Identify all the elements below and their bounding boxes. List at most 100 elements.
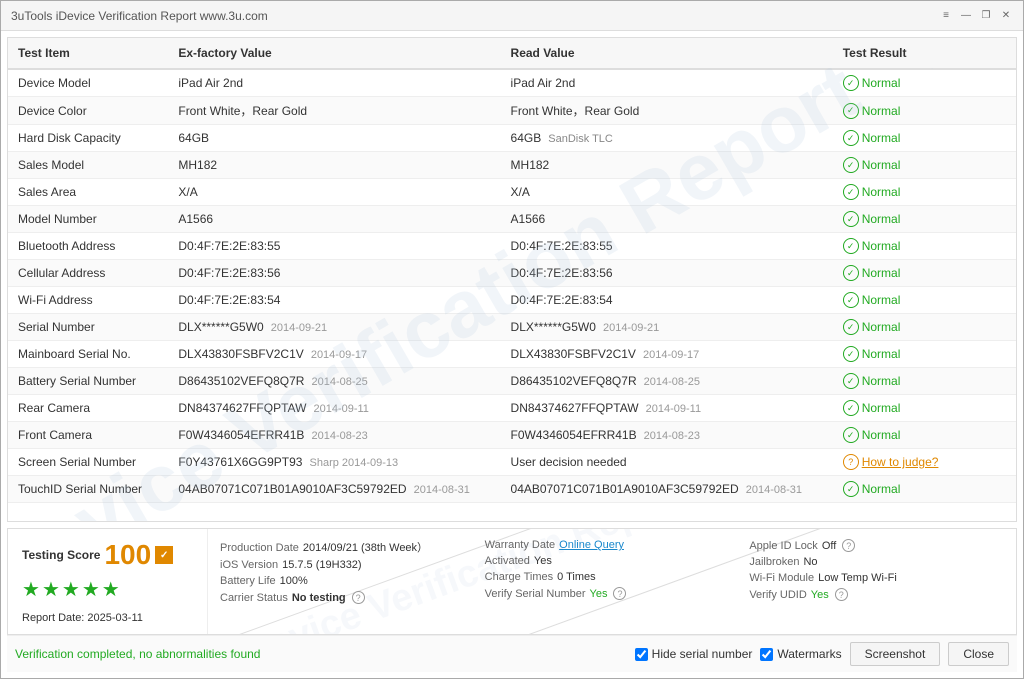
wifi-module-value: Low Temp Wi-Fi (818, 572, 897, 584)
carrier-help-icon[interactable]: ? (352, 591, 365, 604)
test-result-cell: Normal (833, 233, 1016, 260)
test-item-cell: TouchID Serial Number (8, 476, 168, 503)
read-value-cell: D0:4F:7E:2E:83:55 (501, 233, 833, 260)
ex-factory-cell: F0W4346054EFRR41B 2014-08-23 (168, 422, 500, 449)
test-result-cell: Normal (833, 97, 1016, 125)
apple-id-help-icon[interactable]: ? (842, 539, 855, 552)
close-btn[interactable]: ✕ (999, 9, 1013, 23)
test-result-cell: Normal (833, 476, 1016, 503)
close-button[interactable]: Close (948, 642, 1009, 666)
score-section: Testing Score 100 ✓ ★ ★ ★ ★ ★ Report Dat… (8, 529, 208, 634)
result-normal: Normal (843, 481, 1006, 497)
ex-factory-cell: D0:4F:7E:2E:83:54 (168, 287, 500, 314)
ex-factory-cell: D86435102VEFQ8Q7R 2014-08-25 (168, 368, 500, 395)
test-result-cell: Normal (833, 152, 1016, 179)
test-item-cell: Sales Area (8, 179, 168, 206)
test-result-cell: Normal (833, 69, 1016, 97)
hide-serial-checkbox[interactable] (635, 648, 648, 661)
activated-label: Activated (485, 555, 530, 567)
read-value-cell: DLX43830FSBFV2C1V 2014-09-17 (501, 341, 833, 368)
menu-btn[interactable]: ≡ (939, 9, 953, 23)
result-warn: How to judge? (843, 454, 1006, 470)
how-to-judge-link[interactable]: How to judge? (862, 455, 939, 469)
star-3: ★ (62, 577, 80, 602)
carrier-label: Carrier Status (220, 592, 288, 604)
verify-serial-help-icon[interactable]: ? (613, 587, 626, 600)
carrier-value: No testing (292, 592, 346, 604)
result-normal: Normal (843, 75, 1006, 91)
test-result-cell: Normal (833, 206, 1016, 233)
test-item-cell: Bluetooth Address (8, 233, 168, 260)
screenshot-button[interactable]: Screenshot (850, 642, 941, 666)
ex-factory-cell: Front White，Rear Gold (168, 97, 500, 125)
table-row: Screen Serial NumberF0Y43761X6GG9PT93 Sh… (8, 449, 1016, 476)
table-row: Sales ModelMH182MH182Normal (8, 152, 1016, 179)
ios-label: iOS Version (220, 559, 278, 571)
verification-table-container[interactable]: 3uTools iDevice Verification Report www.… (7, 37, 1017, 522)
watermarks-checkbox[interactable] (760, 648, 773, 661)
window-controls: ≡ — ❐ ✕ (939, 9, 1013, 23)
table-row: Bluetooth AddressD0:4F:7E:2E:83:55D0:4F:… (8, 233, 1016, 260)
table-row: Sales AreaX/AX/ANormal (8, 179, 1016, 206)
warranty-value[interactable]: Online Query (559, 539, 624, 551)
hide-serial-checkbox-label[interactable]: Hide serial number (635, 647, 753, 661)
result-normal: Normal (843, 373, 1006, 389)
info-col-1: Production Date 2014/09/21 (38th Week） i… (220, 537, 475, 626)
watermarks-label: Watermarks (777, 647, 841, 661)
verify-udid-help-icon[interactable]: ? (835, 588, 848, 601)
result-normal: Normal (843, 157, 1006, 173)
result-normal: Normal (843, 184, 1006, 200)
verify-udid-row: Verify UDID Yes ? (749, 586, 1004, 603)
battery-label: Battery Life (220, 575, 276, 587)
ex-factory-cell: F0Y43761X6GG9PT93 Sharp 2014-09-13 (168, 449, 500, 476)
hide-serial-label: Hide serial number (652, 647, 753, 661)
wifi-module-row: Wi-Fi Module Low Temp Wi-Fi (749, 570, 1004, 586)
footer: Verification completed, no abnormalities… (7, 635, 1017, 672)
verify-serial-label: Verify Serial Number (485, 588, 586, 600)
read-value-cell: User decision needed (501, 449, 833, 476)
test-result-cell: Normal (833, 395, 1016, 422)
read-value-cell: A1566 (501, 206, 833, 233)
test-result-cell: Normal (833, 260, 1016, 287)
read-value-cell: DN84374627FFQPTAW 2014-09-11 (501, 395, 833, 422)
result-normal: Normal (843, 346, 1006, 362)
read-value-cell: MH182 (501, 152, 833, 179)
read-value-cell: Front White，Rear Gold (501, 97, 833, 125)
stars-row: ★ ★ ★ ★ ★ (22, 577, 193, 602)
ex-factory-cell: 64GB (168, 125, 500, 152)
result-normal: Normal (843, 265, 1006, 281)
ex-factory-cell: D0:4F:7E:2E:83:56 (168, 260, 500, 287)
charge-times-row: Charge Times 0 Times (485, 569, 740, 585)
result-normal: Normal (843, 238, 1006, 254)
star-2: ★ (42, 577, 60, 602)
apple-id-row: Apple ID Lock Off ? (749, 537, 1004, 554)
score-row: Testing Score 100 ✓ (22, 539, 193, 571)
verify-udid-value: Yes (811, 589, 829, 601)
title-bar: 3uTools iDevice Verification Report www.… (1, 1, 1023, 31)
maximize-btn[interactable]: ❐ (979, 9, 993, 23)
test-result-cell: Normal (833, 368, 1016, 395)
test-result-cell: How to judge? (833, 449, 1016, 476)
read-value-cell: F0W4346054EFRR41B 2014-08-23 (501, 422, 833, 449)
read-value-cell: 64GB SanDisk TLC (501, 125, 833, 152)
read-value-cell: D0:4F:7E:2E:83:56 (501, 260, 833, 287)
test-item-cell: Model Number (8, 206, 168, 233)
test-item-cell: Sales Model (8, 152, 168, 179)
ex-factory-cell: MH182 (168, 152, 500, 179)
test-item-cell: Cellular Address (8, 260, 168, 287)
ex-factory-cell: iPad Air 2nd (168, 69, 500, 97)
result-normal: Normal (843, 427, 1006, 443)
test-item-cell: Hard Disk Capacity (8, 125, 168, 152)
watermarks-checkbox-label[interactable]: Watermarks (760, 647, 841, 661)
charge-label: Charge Times (485, 571, 553, 583)
info-col-2: Warranty Date Online Query Activated Yes… (485, 537, 740, 626)
test-result-cell: Normal (833, 341, 1016, 368)
carrier-status-row: Carrier Status No testing ? (220, 589, 475, 606)
test-result-cell: Normal (833, 314, 1016, 341)
test-item-cell: Front Camera (8, 422, 168, 449)
table-row: Cellular AddressD0:4F:7E:2E:83:56D0:4F:7… (8, 260, 1016, 287)
read-value-cell: iPad Air 2nd (501, 69, 833, 97)
result-normal: Normal (843, 292, 1006, 308)
minimize-btn[interactable]: — (959, 9, 973, 23)
verify-serial-value: Yes (590, 588, 608, 600)
